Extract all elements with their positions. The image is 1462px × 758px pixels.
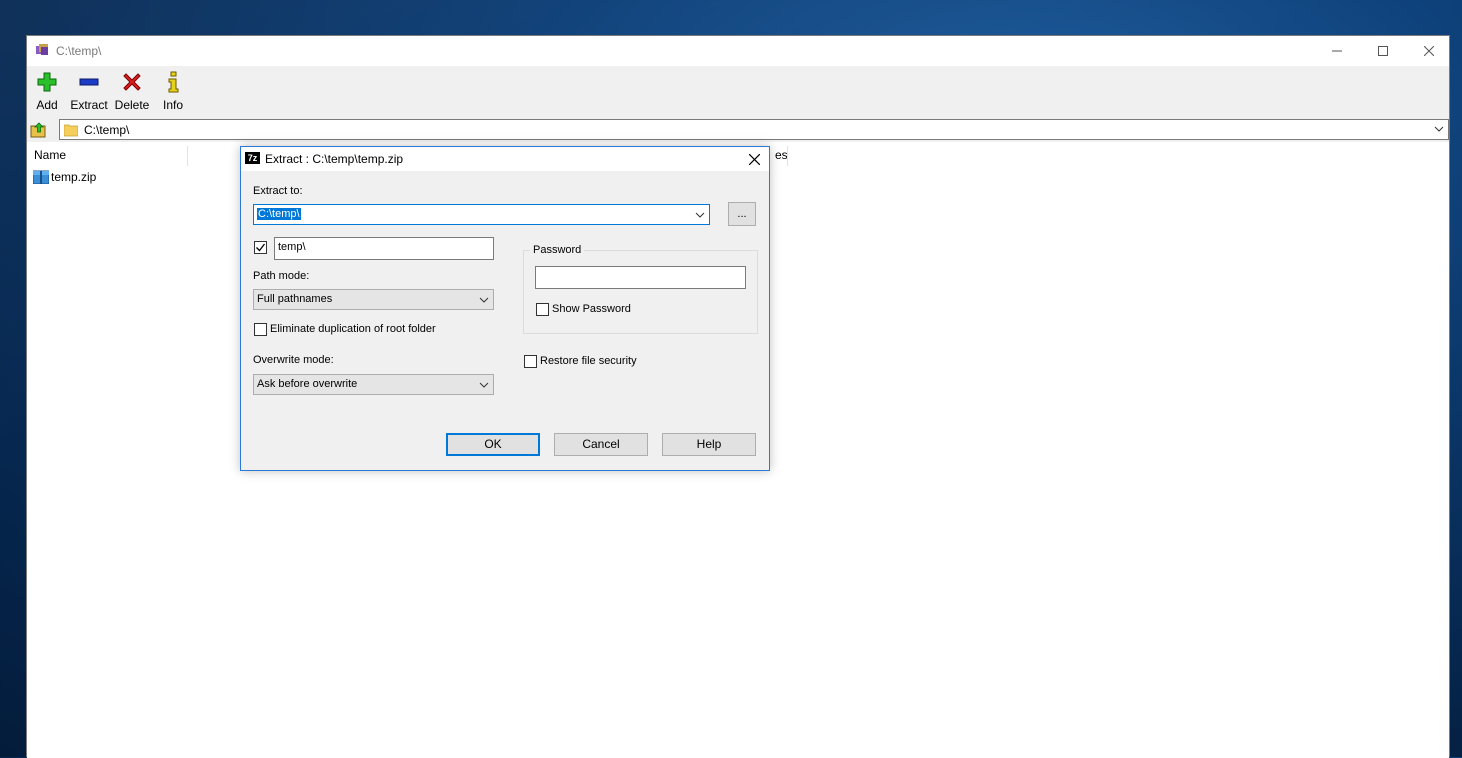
eliminate-duplication-checkbox[interactable] xyxy=(254,323,267,336)
file-name: temp.zip xyxy=(51,170,97,184)
column-divider[interactable] xyxy=(187,146,188,166)
checkmark-icon xyxy=(256,243,266,252)
app-icon xyxy=(36,44,48,55)
address-path: C:\temp\ xyxy=(84,123,130,137)
show-password-label[interactable]: Show Password xyxy=(552,303,631,315)
maximize-icon xyxy=(1378,46,1388,56)
toolbar: Add Extract Delete Info xyxy=(27,66,1449,119)
maximize-button[interactable] xyxy=(1360,36,1406,66)
dialog-title: Extract : C:\temp\temp.zip xyxy=(265,152,404,166)
close-button[interactable] xyxy=(1406,36,1452,66)
add-label: Add xyxy=(36,98,58,112)
restore-security-label[interactable]: Restore file security xyxy=(540,355,637,367)
folder-icon xyxy=(64,124,78,137)
overwrite-mode-value: Ask before overwrite xyxy=(257,378,358,390)
overwrite-mode-select[interactable]: Ask before overwrite xyxy=(253,374,494,395)
subfolder-checkbox[interactable] xyxy=(254,241,267,254)
help-button[interactable]: Help xyxy=(662,433,756,456)
chevron-down-icon xyxy=(479,382,489,388)
info-label: Info xyxy=(162,98,183,112)
up-folder-icon xyxy=(30,122,46,138)
window-title: C:\temp\ xyxy=(56,44,102,58)
eliminate-duplication-label[interactable]: Eliminate duplication of root folder xyxy=(270,323,436,335)
info-icon xyxy=(168,71,179,93)
column-name[interactable]: Name xyxy=(34,148,66,162)
info-button[interactable]: Info xyxy=(159,70,187,114)
column-divider[interactable] xyxy=(787,146,788,166)
delete-label: Delete xyxy=(114,98,150,112)
dialog-titlebar[interactable]: 7z Extract : C:\temp\temp.zip xyxy=(241,147,769,171)
extract-dialog: 7z Extract : C:\temp\temp.zip Extract to… xyxy=(240,146,770,471)
password-groupbox xyxy=(523,250,758,334)
address-combobox[interactable]: C:\temp\ xyxy=(59,119,1449,140)
minus-icon xyxy=(79,78,99,86)
minimize-button[interactable] xyxy=(1314,36,1360,66)
address-bar: C:\temp\ xyxy=(27,118,1449,142)
dialog-close-button[interactable] xyxy=(739,147,769,171)
path-mode-value: Full pathnames xyxy=(257,293,333,305)
extract-to-combobox[interactable]: C:\temp\ xyxy=(253,204,710,225)
close-icon xyxy=(748,153,760,165)
subfolder-value: temp\ xyxy=(278,241,306,253)
extract-to-value: C:\temp\ xyxy=(257,208,301,220)
chevron-down-icon xyxy=(479,297,489,303)
ok-button[interactable]: OK xyxy=(446,433,540,456)
zip-archive-icon xyxy=(33,170,49,184)
plus-icon xyxy=(37,72,57,92)
up-folder-button[interactable] xyxy=(29,120,49,140)
chevron-down-icon[interactable] xyxy=(1434,124,1444,134)
column-partial[interactable]: es xyxy=(775,148,788,162)
show-password-checkbox[interactable] xyxy=(536,303,549,316)
window-titlebar[interactable]: C:\temp\ xyxy=(27,36,1449,66)
browse-button[interactable]: ... xyxy=(728,202,756,226)
chevron-down-icon[interactable] xyxy=(695,210,705,220)
close-icon xyxy=(1424,46,1434,56)
7zip-icon: 7z xyxy=(245,152,260,164)
cancel-button[interactable]: Cancel xyxy=(554,433,648,456)
password-input[interactable] xyxy=(535,266,746,289)
path-mode-select[interactable]: Full pathnames xyxy=(253,289,494,310)
extract-to-label: Extract to: xyxy=(253,185,303,197)
path-mode-label: Path mode: xyxy=(253,270,310,282)
minimize-icon xyxy=(1332,50,1342,52)
extract-label: Extract xyxy=(70,98,108,112)
delete-x-icon xyxy=(123,73,141,91)
file-row[interactable]: temp.zip xyxy=(33,169,96,185)
add-button[interactable]: Add xyxy=(33,70,61,114)
password-group-label: Password xyxy=(530,244,585,256)
restore-security-checkbox[interactable] xyxy=(524,355,537,368)
extract-button[interactable]: Extract xyxy=(69,70,109,114)
overwrite-mode-label: Overwrite mode: xyxy=(253,354,334,366)
delete-button[interactable]: Delete xyxy=(113,70,151,114)
subfolder-input[interactable]: temp\ xyxy=(274,237,494,260)
